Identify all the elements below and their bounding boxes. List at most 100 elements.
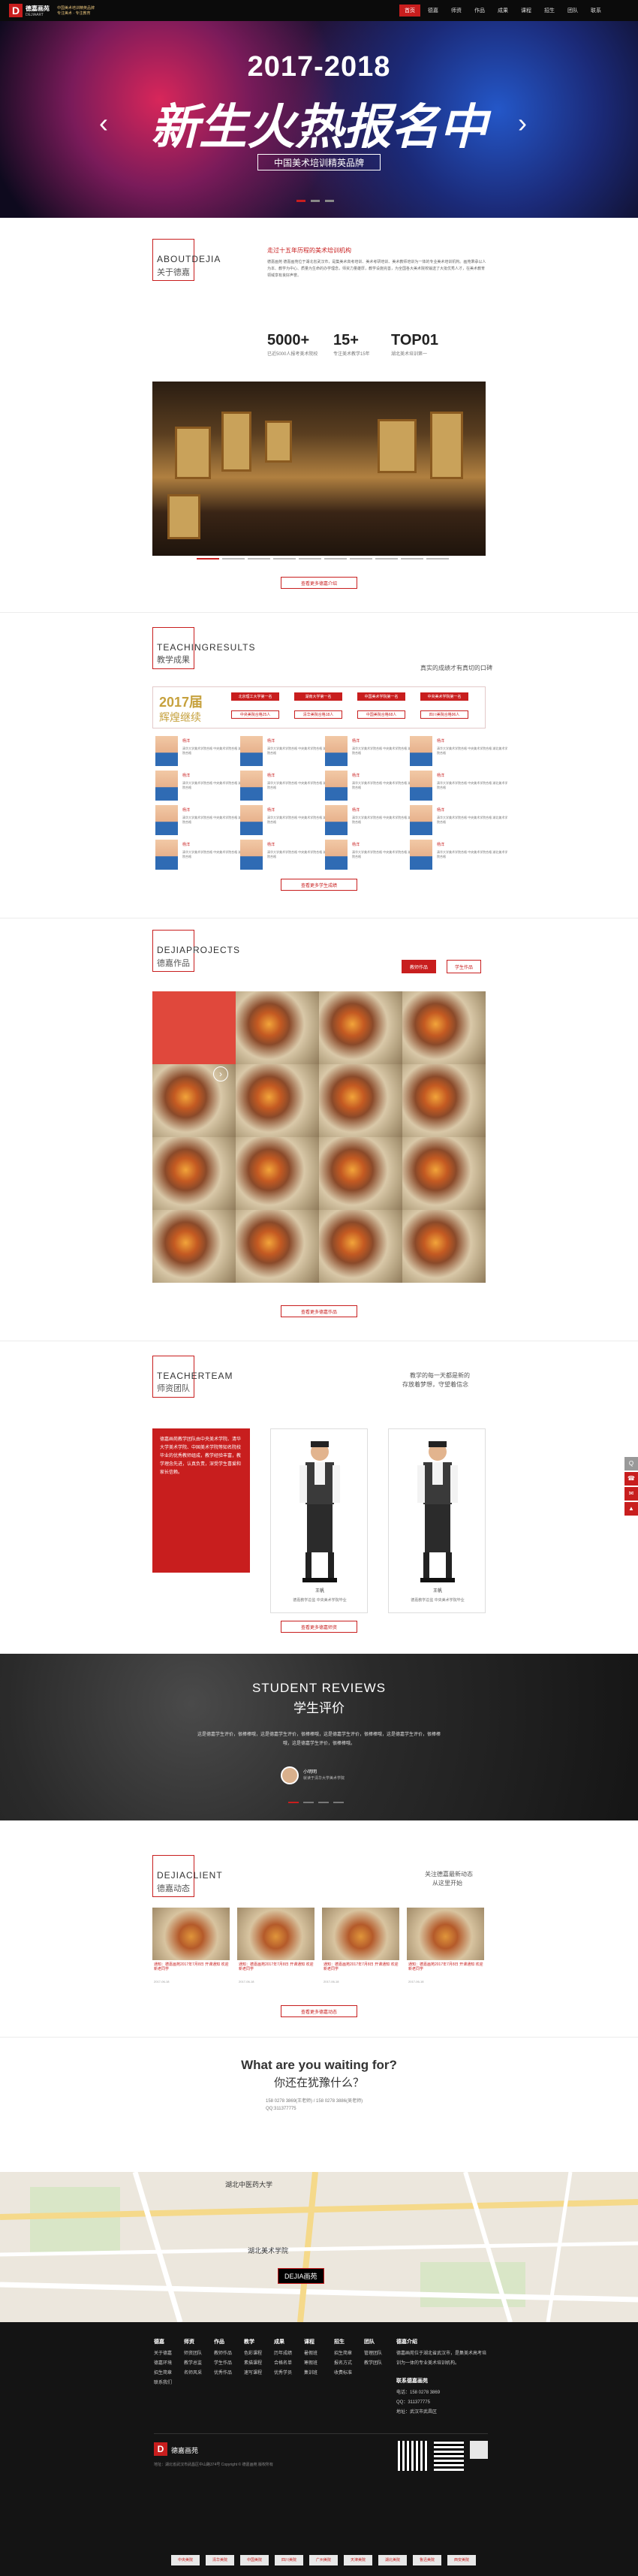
footer-link[interactable]: 历年成绩 [274,2349,292,2359]
nav-item-teachers[interactable]: 师资 [446,5,467,17]
nav-item-enroll[interactable]: 招生 [539,5,560,17]
footer-link[interactable]: 收费标准 [334,2369,352,2378]
work-thumb[interactable] [402,991,486,1064]
news-more-button[interactable]: 查看更多德嘉动态 [281,2005,357,2017]
about-dot[interactable] [350,558,372,560]
news-item[interactable]: 通知：德嘉画苑2017年7月8日 开课通知 欢迎新老同学 2017-06-18 [152,1908,230,1990]
partner-logo[interactable]: 清华美院 [206,2555,234,2565]
work-thumb[interactable] [319,1064,402,1137]
hero-dot[interactable] [311,200,320,202]
work-thumb[interactable] [319,1137,402,1210]
review-dot[interactable] [333,1802,344,1803]
student-result-card[interactable]: 杨洋 清华大学美术学院合格 中央美术学院合格 湖北美术学院合格 [407,769,513,808]
work-thumb[interactable] [236,1137,319,1210]
footer-link[interactable]: 教学团队 [364,2359,382,2369]
work-thumb[interactable] [319,1210,402,1283]
footer-link[interactable]: 教学总监 [184,2359,202,2369]
footer-link[interactable]: 优秀学员 [274,2369,292,2378]
work-thumb[interactable] [319,991,402,1064]
partner-logo[interactable]: 四川美院 [275,2555,303,2565]
footer-link[interactable]: 素描课程 [244,2359,262,2369]
nav-item-results[interactable]: 成果 [492,5,513,17]
footer-link[interactable]: 名师风采 [184,2369,202,2378]
phone-icon[interactable]: ☎ [624,1472,638,1486]
footer-link[interactable]: 招生简章 [154,2369,172,2378]
work-thumb[interactable] [236,1064,319,1137]
footer-link[interactable]: 速写课程 [244,2369,262,2378]
work-thumb[interactable] [152,991,236,1064]
student-result-card[interactable]: 杨洋 清华大学美术学院合格 中央美术学院合格 湖北美术学院合格 [407,804,513,843]
nav-item-contact[interactable]: 联系 [585,5,606,17]
nav-item-works[interactable]: 作品 [469,5,490,17]
next-arrow-icon[interactable]: › [518,107,527,139]
about-dot[interactable] [401,558,423,560]
footer-link[interactable]: 师资团队 [184,2349,202,2359]
footer-link[interactable]: 色彩课程 [244,2349,262,2359]
footer-link[interactable]: 集训班 [304,2369,317,2378]
nav-item-dejia[interactable]: 德嘉 [423,5,444,17]
review-dot[interactable] [288,1802,299,1803]
student-result-card[interactable]: 杨洋 清华大学美术学院合格 中央美术学院合格 湖北美术学院合格 [407,838,513,877]
map-pin[interactable]: DEJIA画苑 [278,2268,324,2284]
results-more-button[interactable]: 查看更多学生成绩 [281,879,357,891]
footer-link[interactable]: 关于德嘉 [154,2349,172,2359]
review-dot[interactable] [318,1802,329,1803]
work-thumb[interactable] [236,1210,319,1283]
footer-link[interactable]: 联系我们 [154,2378,172,2388]
partner-logo[interactable]: 西安美院 [447,2555,476,2565]
prev-arrow-icon[interactable]: ‹ [99,107,108,139]
about-dot[interactable] [248,558,270,560]
footer-link[interactable]: 寒假班 [304,2359,317,2369]
news-item[interactable]: 通知：德嘉画苑2017年7月8日 开课通知 欢迎新老同学 2017-06-18 [237,1908,314,1990]
footer-link[interactable]: 合格名单 [274,2359,292,2369]
partner-logo[interactable]: 中国美院 [240,2555,269,2565]
partner-logo[interactable]: 鲁迅美院 [413,2555,441,2565]
about-dot[interactable] [375,558,398,560]
footer-link[interactable]: 报名方式 [334,2359,352,2369]
footer-link[interactable]: 学生作品 [214,2359,232,2369]
footer-link[interactable]: 招生简章 [334,2349,352,2359]
teacher-card[interactable]: 王帆 德嘉教学总监 中央美术学院毕业 [270,1428,368,1613]
footer-link[interactable]: 德嘉环境 [154,2359,172,2369]
projects-more-button[interactable]: 查看更多德嘉作品 [281,1305,357,1317]
location-map[interactable]: 湖北中医药大学 湖北美术学院 DEJIA画苑 [0,2172,638,2322]
review-dot[interactable] [303,1802,314,1803]
works-next-icon[interactable]: › [213,1066,228,1081]
footer-link[interactable]: 暑假班 [304,2349,317,2359]
hero-dot[interactable] [296,200,305,202]
tab-teacher-works[interactable]: 教师作品 [402,960,436,973]
nav-item-team[interactable]: 团队 [562,5,583,17]
work-thumb[interactable] [402,1137,486,1210]
news-item[interactable]: 通知：德嘉画苑2017年7月8日 开课通知 欢迎新老同学 2017-06-18 [322,1908,399,1990]
teachers-more-button[interactable]: 查看更多德嘉师资 [281,1621,357,1633]
footer-link[interactable]: 教师作品 [214,2349,232,2359]
work-thumb[interactable] [402,1064,486,1137]
nav-item-courses[interactable]: 课程 [516,5,537,17]
qq-icon[interactable]: Q [624,1457,638,1470]
about-more-button[interactable]: 查看更多德嘉介绍 [281,577,357,589]
news-item[interactable]: 通知：德嘉画苑2017年7月8日 开课通知 欢迎新老同学 2017-06-18 [407,1908,484,1990]
work-thumb[interactable] [236,991,319,1064]
site-logo[interactable]: D 德嘉画苑 DEJIAART 中国美术培训精英品牌 专注美术 · 专注教育 [9,4,95,17]
partner-logo[interactable]: 中央美院 [171,2555,200,2565]
partner-logo[interactable]: 广州美院 [309,2555,338,2565]
about-dot[interactable] [324,558,347,560]
work-thumb[interactable] [152,1210,236,1283]
chat-icon[interactable]: ✉ [624,1487,638,1501]
about-dot[interactable] [273,558,296,560]
footer-link[interactable]: 管理团队 [364,2349,382,2359]
partner-logo[interactable]: 湖北美院 [378,2555,407,2565]
hero-dot[interactable] [325,200,334,202]
footer-link[interactable]: 优秀作品 [214,2369,232,2378]
about-dot[interactable] [426,558,449,560]
back-to-top-icon[interactable]: ▲ [624,1502,638,1516]
teacher-card[interactable]: 王帆 德嘉教学总监 中央美术学院毕业 [388,1428,486,1613]
work-thumb[interactable] [152,1137,236,1210]
about-dot[interactable] [197,558,219,560]
about-dot[interactable] [299,558,321,560]
partner-logo[interactable]: 天津美院 [344,2555,372,2565]
nav-item-home[interactable]: 首页 [399,5,420,17]
tab-student-works[interactable]: 学生作品 [447,960,481,973]
work-thumb[interactable] [402,1210,486,1283]
about-dot[interactable] [222,558,245,560]
